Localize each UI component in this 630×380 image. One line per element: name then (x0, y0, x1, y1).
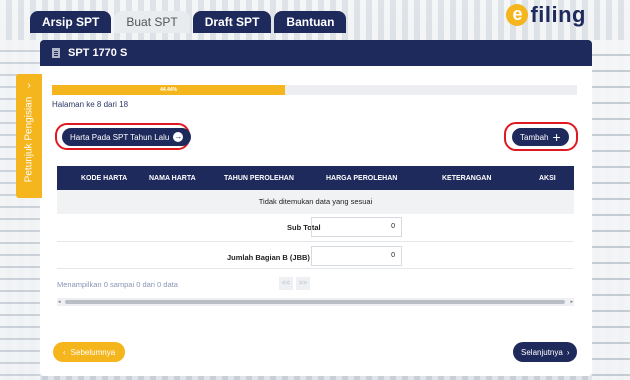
petunjuk-pengisian-tab[interactable]: › Petunjuk Pengisian (16, 74, 42, 198)
plus-icon: + (552, 129, 561, 145)
selanjutnya-button[interactable]: Selanjutnya › (513, 342, 578, 362)
harta-table: KODE HARTA NAMA HARTA TAHUN PEROLEHAN HA… (57, 166, 574, 269)
chevron-left-icon: ‹ (63, 347, 66, 357)
jbb-field: 0 (311, 246, 402, 266)
prev-label: Sebelumnya (70, 347, 116, 357)
next-label: Selanjutnya (521, 347, 563, 357)
sebelumnya-button[interactable]: ‹ Sebelumnya (53, 342, 126, 362)
horizontal-scrollbar[interactable]: ◂ ▸ (57, 298, 574, 306)
efiling-logo: e filing (506, 2, 586, 28)
document-icon (52, 48, 60, 58)
table-empty-row: Tidak ditemukan data yang sesuai (57, 190, 574, 214)
tambah-label: Tambah (520, 132, 549, 142)
jbb-label: Jumlah Bagian B (JBB) (227, 253, 310, 262)
pagination: << >> (279, 277, 310, 290)
first-page-button[interactable]: << (279, 277, 293, 290)
tab-draft-spt[interactable]: Draft SPT (192, 11, 272, 33)
tab-bantuan[interactable]: Bantuan (274, 11, 347, 33)
page-info: Halaman ke 8 dari 18 (52, 100, 129, 109)
scroll-right-icon[interactable]: ▸ (570, 299, 573, 305)
progress-label: 44.44% (160, 87, 178, 93)
last-page-button[interactable]: >> (296, 277, 310, 290)
col-keterangan[interactable]: KETERANGAN (442, 175, 491, 182)
tab-arsip-spt[interactable]: Arsip SPT (30, 11, 112, 33)
harta-button-label: Harta Pada SPT Tahun Lalu (70, 132, 170, 142)
pagination-info: Menampilkan 0 sampai 0 dari 0 data (57, 280, 178, 289)
scroll-left-icon[interactable]: ◂ (58, 299, 61, 305)
col-kode-harta[interactable]: KODE HARTA (81, 175, 127, 182)
logo-mark: e (506, 4, 529, 26)
progress-bar: 44.44% (52, 85, 577, 95)
tab-buat-spt[interactable]: Buat SPT (114, 11, 190, 33)
chevron-right-icon: › (566, 347, 570, 357)
harta-spt-tahun-lalu-button[interactable]: Harta Pada SPT Tahun Lalu → (62, 128, 192, 146)
col-nama-harta[interactable]: NAMA HARTA (149, 175, 196, 182)
logo-text: filing (530, 2, 586, 27)
arrow-right-circle-icon: → (173, 132, 184, 142)
progress-fill: 44.44% (52, 85, 286, 95)
col-tahun-perolehan[interactable]: TAHUN PEROLEHAN (224, 175, 294, 182)
background-right-facade (592, 40, 630, 380)
tambah-button[interactable]: Tambah + (512, 128, 569, 146)
panel-title: SPT 1770 S (68, 47, 128, 59)
col-aksi[interactable]: AKSI (539, 175, 556, 182)
scrollbar-thumb[interactable] (65, 300, 565, 304)
side-tab-label: Petunjuk Pengisian (23, 96, 35, 183)
col-harga-perolehan[interactable]: HARGA PEROLEHAN (326, 175, 397, 182)
subtotal-field: 0 (311, 217, 402, 237)
top-tabs: Arsip SPT Buat SPT Draft SPT Bantuan (30, 11, 347, 33)
jbb-row: Jumlah Bagian B (JBB) 0 (57, 241, 574, 269)
subtotal-row: Sub Total 0 (57, 214, 574, 241)
table-header: KODE HARTA NAMA HARTA TAHUN PEROLEHAN HA… (57, 166, 574, 190)
panel-header: SPT 1770 S (40, 40, 592, 66)
